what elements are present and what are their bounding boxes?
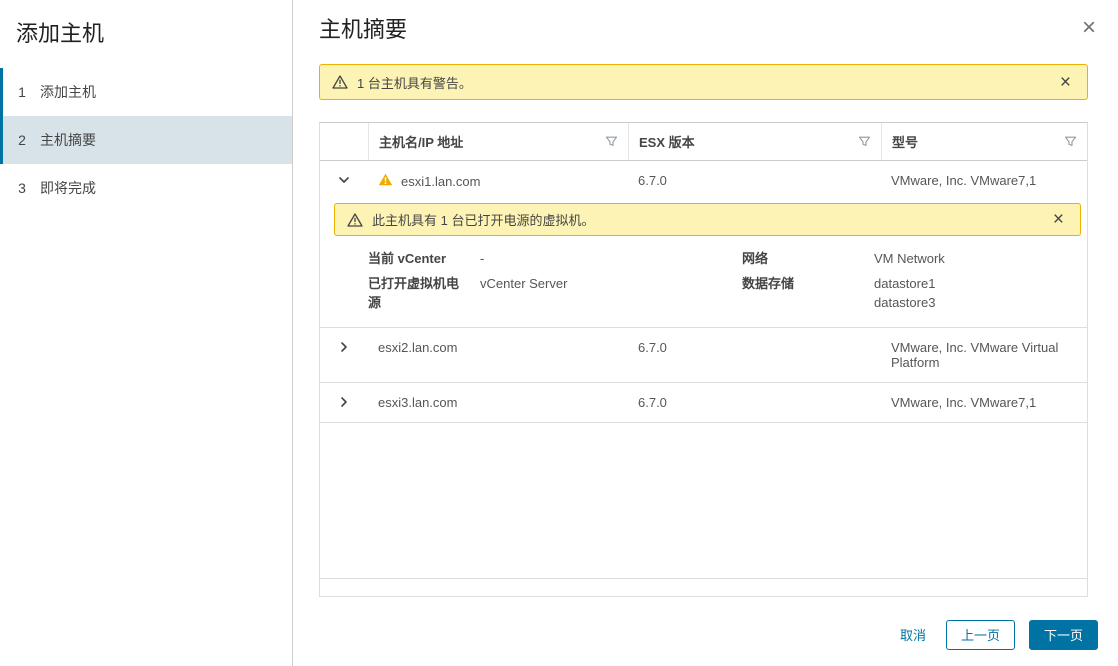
warning-triangle-icon [332, 75, 348, 89]
host-summary-table: 主机名/IP 地址 ESX 版本 型号 esxi1.lan.com 6.7.0 … [319, 122, 1088, 597]
detail-label-powered-on-vms: 已打开虚拟机电源 [368, 275, 460, 310]
host-detail-grid: 当前 vCenter - 网络 VM Network 已打开虚拟机电源 vCen… [320, 236, 1087, 315]
row-warning-banner: 此主机具有 1 台已打开电源的虚拟机。 × [334, 203, 1081, 236]
filter-icon[interactable] [858, 135, 871, 148]
wizard-main-panel: 主机摘要 × 1 台主机具有警告。 × 主机名/IP 地址 ESX 版本 型号 … [293, 0, 1118, 666]
table-row-esxi3: esxi3.lan.com 6.7.0 VMware, Inc. VMware7… [320, 383, 1087, 423]
table-header-row: 主机名/IP 地址 ESX 版本 型号 [320, 123, 1087, 161]
table-row-esxi1: esxi1.lan.com 6.7.0 VMware, Inc. VMware7… [320, 161, 1087, 328]
step-number: 2 [18, 132, 26, 148]
host-name: esxi2.lan.com [378, 339, 458, 355]
host-model: VMware, Inc. VMware7,1 [891, 394, 1037, 410]
sidebar-step-ready-to-complete[interactable]: 3 即将完成 [0, 164, 292, 212]
step-label: 主机摘要 [40, 132, 96, 148]
cancel-button[interactable]: 取消 [894, 620, 932, 650]
host-model: VMware, Inc. VMware Virtual Platform [891, 339, 1059, 370]
main-header: 主机摘要 × [293, 0, 1118, 46]
row-expanded-detail: 此主机具有 1 台已打开电源的虚拟机。 × 当前 vCenter - 网络 VM… [320, 203, 1087, 327]
main-content: 1 台主机具有警告。 × 主机名/IP 地址 ESX 版本 型号 esxi1.l… [293, 46, 1118, 606]
chevron-right-icon[interactable] [336, 339, 352, 355]
step-number: 1 [18, 84, 26, 100]
esx-version: 6.7.0 [638, 173, 667, 188]
warning-banner-text: 1 台主机具有警告。 [357, 75, 472, 91]
chevron-down-icon[interactable] [336, 172, 352, 188]
warning-banner: 1 台主机具有警告。 × [319, 64, 1088, 100]
column-header-label: 主机名/IP 地址 [379, 135, 464, 150]
expand-column-header [320, 123, 368, 160]
datastore-item: datastore1 [874, 275, 936, 291]
wizard-sidebar: 添加主机 1 添加主机 2 主机摘要 3 即将完成 [0, 0, 293, 666]
host-model: VMware, Inc. VMware7,1 [891, 173, 1037, 188]
detail-value-current-vcenter: - [480, 251, 485, 266]
column-header-host[interactable]: 主机名/IP 地址 [368, 123, 628, 160]
detail-value-network: VM Network [874, 251, 945, 266]
row-warning-text: 此主机具有 1 台已打开电源的虚拟机。 [372, 213, 595, 228]
detail-value-datastore: datastore1 datastore3 [874, 275, 1067, 313]
sidebar-step-add-host[interactable]: 1 添加主机 [0, 68, 292, 116]
table-empty-space [320, 423, 1087, 578]
column-header-label: 型号 [892, 135, 919, 150]
add-host-wizard-dialog: 添加主机 1 添加主机 2 主机摘要 3 即将完成 主机摘要 × 1 台主机具有… [0, 0, 1118, 666]
detail-label-current-vcenter: 当前 vCenter [368, 251, 447, 266]
step-number: 3 [18, 180, 26, 196]
warning-triangle-icon [347, 212, 363, 227]
column-header-esx-version[interactable]: ESX 版本 [628, 123, 881, 160]
filter-icon[interactable] [605, 135, 618, 148]
row-warning-icon [378, 173, 393, 189]
wizard-title: 添加主机 [16, 21, 105, 46]
next-button[interactable]: 下一页 [1028, 620, 1098, 650]
page-title: 主机摘要 [319, 17, 408, 42]
row-warning-close-icon[interactable]: × [1049, 208, 1068, 231]
table-row-main-line: esxi1.lan.com 6.7.0 VMware, Inc. VMware7… [320, 161, 1087, 201]
warning-banner-close-icon[interactable]: × [1056, 71, 1075, 94]
esx-version: 6.7.0 [638, 394, 667, 410]
step-label: 即将完成 [40, 180, 96, 196]
close-icon[interactable]: × [1072, 10, 1106, 46]
sidebar-step-host-summary[interactable]: 2 主机摘要 [0, 116, 292, 164]
table-row-esxi2: esxi2.lan.com 6.7.0 VMware, Inc. VMware … [320, 328, 1087, 383]
wizard-step-nav: 1 添加主机 2 主机摘要 3 即将完成 [0, 68, 292, 212]
host-name: esxi3.lan.com [378, 394, 458, 410]
chevron-right-icon[interactable] [336, 394, 352, 410]
step-label: 添加主机 [40, 84, 96, 100]
previous-button[interactable]: 上一页 [945, 620, 1015, 650]
detail-label-datastore: 数据存储 [742, 275, 795, 291]
esx-version: 6.7.0 [638, 339, 667, 355]
table-footer-strip [320, 578, 1087, 596]
column-header-label: ESX 版本 [639, 135, 695, 150]
host-name: esxi1.lan.com [401, 173, 481, 189]
detail-value-powered-on-vms: vCenter Server [480, 275, 568, 291]
column-header-model[interactable]: 型号 [881, 123, 1087, 160]
filter-icon[interactable] [1064, 135, 1077, 148]
wizard-footer: 取消 上一页 下一页 [293, 606, 1118, 666]
datastore-item: datastore3 [874, 294, 936, 310]
detail-label-network: 网络 [742, 251, 769, 266]
